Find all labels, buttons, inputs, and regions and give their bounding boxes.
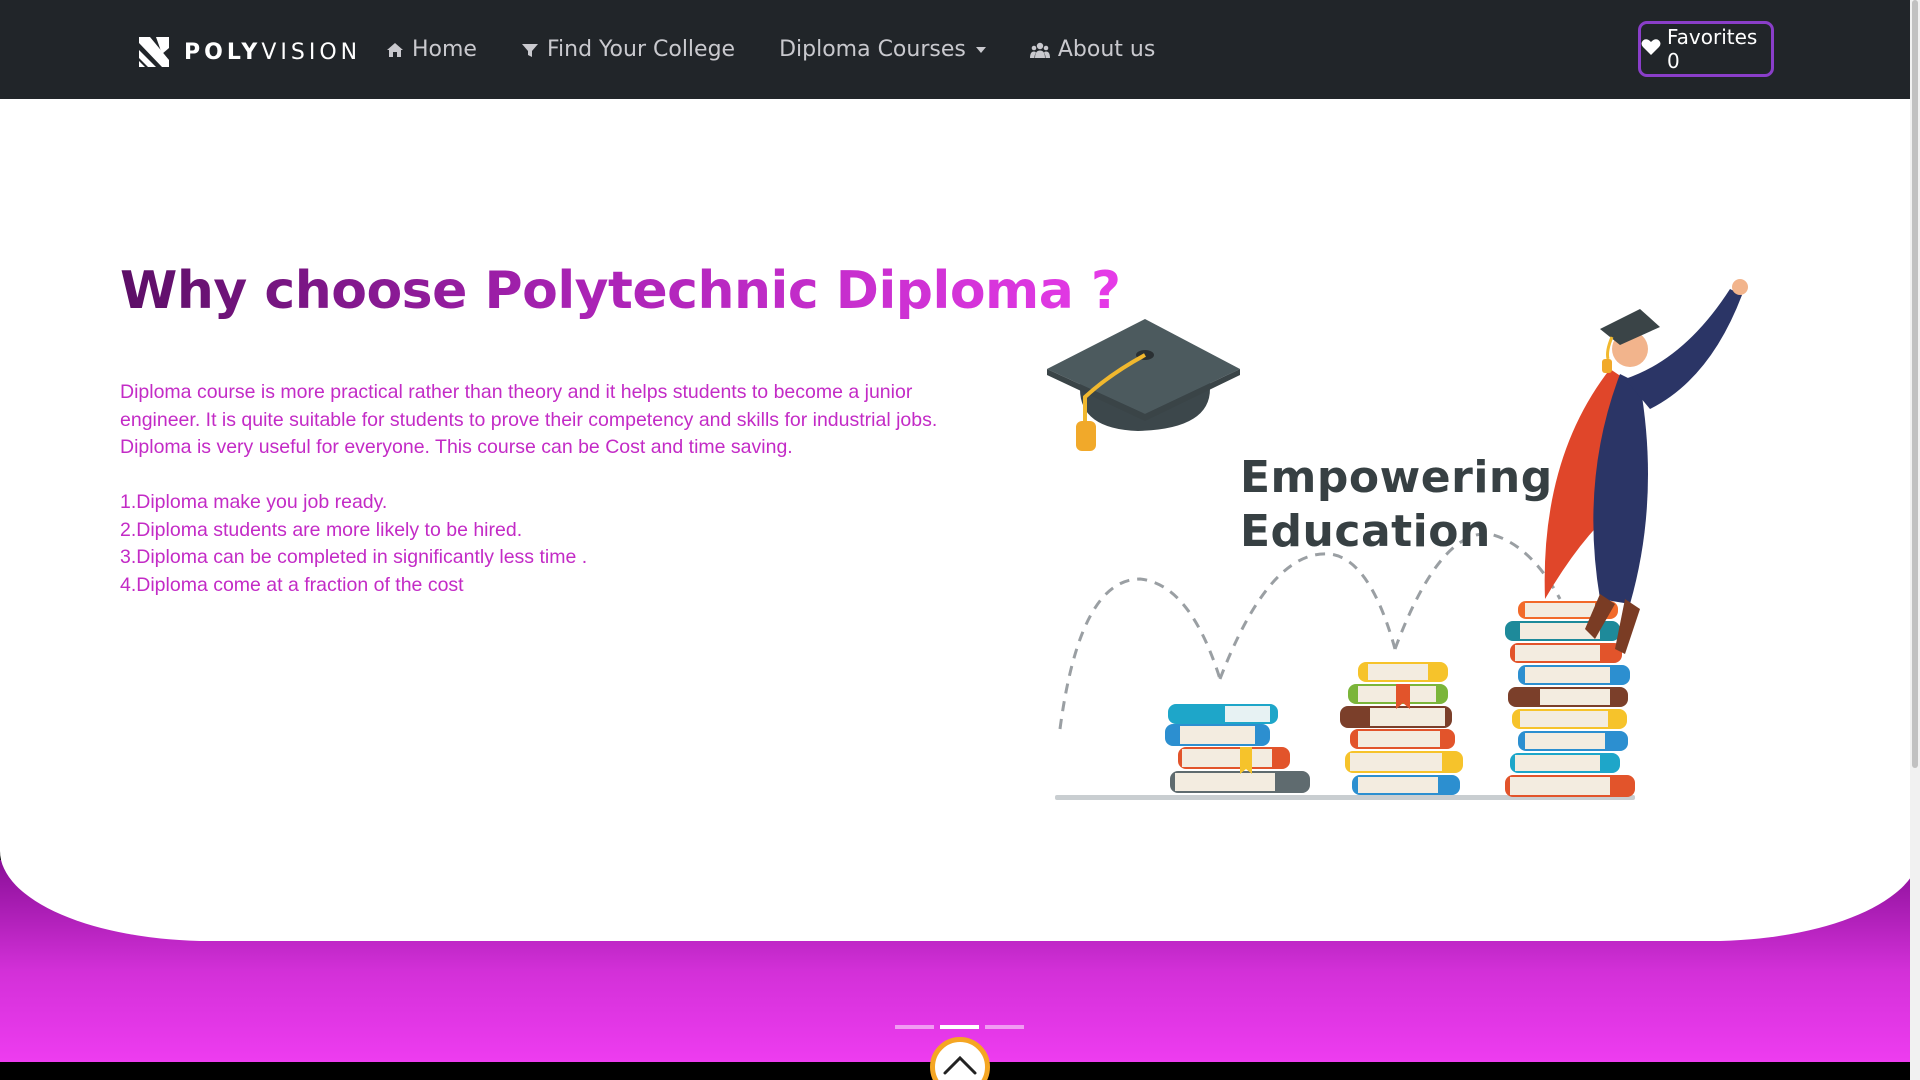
brand-logo-link[interactable]: POLYVISION — [136, 34, 361, 70]
nav-item-label: Diploma Courses — [779, 37, 966, 62]
filter-icon — [521, 41, 539, 59]
flying-graduate-figure — [1544, 279, 1748, 654]
polyvision-logo-icon — [136, 34, 172, 70]
hero-paragraph: Diploma course is more practical rather … — [120, 381, 938, 431]
scrollbar-thumb[interactable] — [1912, 0, 1918, 768]
nav-item-label: About us — [1057, 37, 1156, 62]
illustration-heading-line: Education — [1240, 506, 1491, 557]
nav-item-diploma-courses-dropdown[interactable]: Diploma Courses — [779, 37, 986, 62]
nav-menu: Home Find Your College Diploma Courses A… — [386, 0, 1155, 99]
brand-name: POLYVISION — [184, 39, 362, 65]
nav-item-find-college[interactable]: Find Your College — [521, 37, 735, 62]
carousel-indicators — [895, 1025, 1024, 1029]
nav-item-label: Home — [412, 37, 477, 62]
chevron-up-icon — [942, 1054, 978, 1080]
carousel-indicator[interactable] — [985, 1025, 1024, 1029]
book-stack-small — [1165, 704, 1310, 793]
home-icon — [386, 41, 404, 59]
nav-item-label: Find Your College — [546, 37, 736, 62]
top-navbar: POLYVISION Home Find Your College Diplom… — [0, 0, 1920, 99]
book-stack-tall — [1505, 601, 1635, 797]
caret-down-icon — [975, 46, 986, 53]
nav-item-about-us[interactable]: About us — [1029, 37, 1156, 62]
nav-item-home[interactable]: Home — [386, 37, 477, 62]
hero-section: Why choose Polytechnic Diploma ? Diploma… — [0, 99, 1920, 941]
page-scrollbar[interactable] — [1910, 0, 1920, 1080]
favorites-label: Favorites 0 — [1667, 25, 1758, 73]
empowering-education-illustration: Empowering Education — [1040, 279, 1760, 919]
users-icon — [1029, 41, 1050, 59]
hero-paragraph: Diploma is very useful for everyone. Thi… — [120, 436, 793, 458]
hero-title: Why choose Polytechnic Diploma ? — [120, 261, 1121, 321]
book-stack-medium — [1340, 662, 1463, 795]
hero-description: Diploma course is more practical rather … — [120, 379, 950, 599]
illustration-heading-line: Empowering — [1240, 452, 1553, 503]
benefit-point: 1.Diploma make you job ready. — [120, 491, 388, 513]
benefit-point: 4.Diploma come at a fraction of the cost — [120, 573, 464, 596]
favorites-button[interactable]: Favorites 0 — [1638, 21, 1774, 77]
heart-icon — [1641, 37, 1661, 61]
jump-trajectory — [1058, 532, 1562, 730]
carousel-indicator-active[interactable] — [940, 1025, 979, 1029]
illustration-graphic — [1047, 279, 1748, 800]
graduation-cap-icon — [1047, 319, 1240, 451]
benefit-point: 2.Diploma students are more likely to be… — [120, 518, 523, 541]
illustration-heading: Empowering Education — [1240, 451, 1553, 559]
benefit-point: 3.Diploma can be completed in significan… — [120, 546, 588, 568]
carousel-indicator[interactable] — [895, 1025, 934, 1029]
